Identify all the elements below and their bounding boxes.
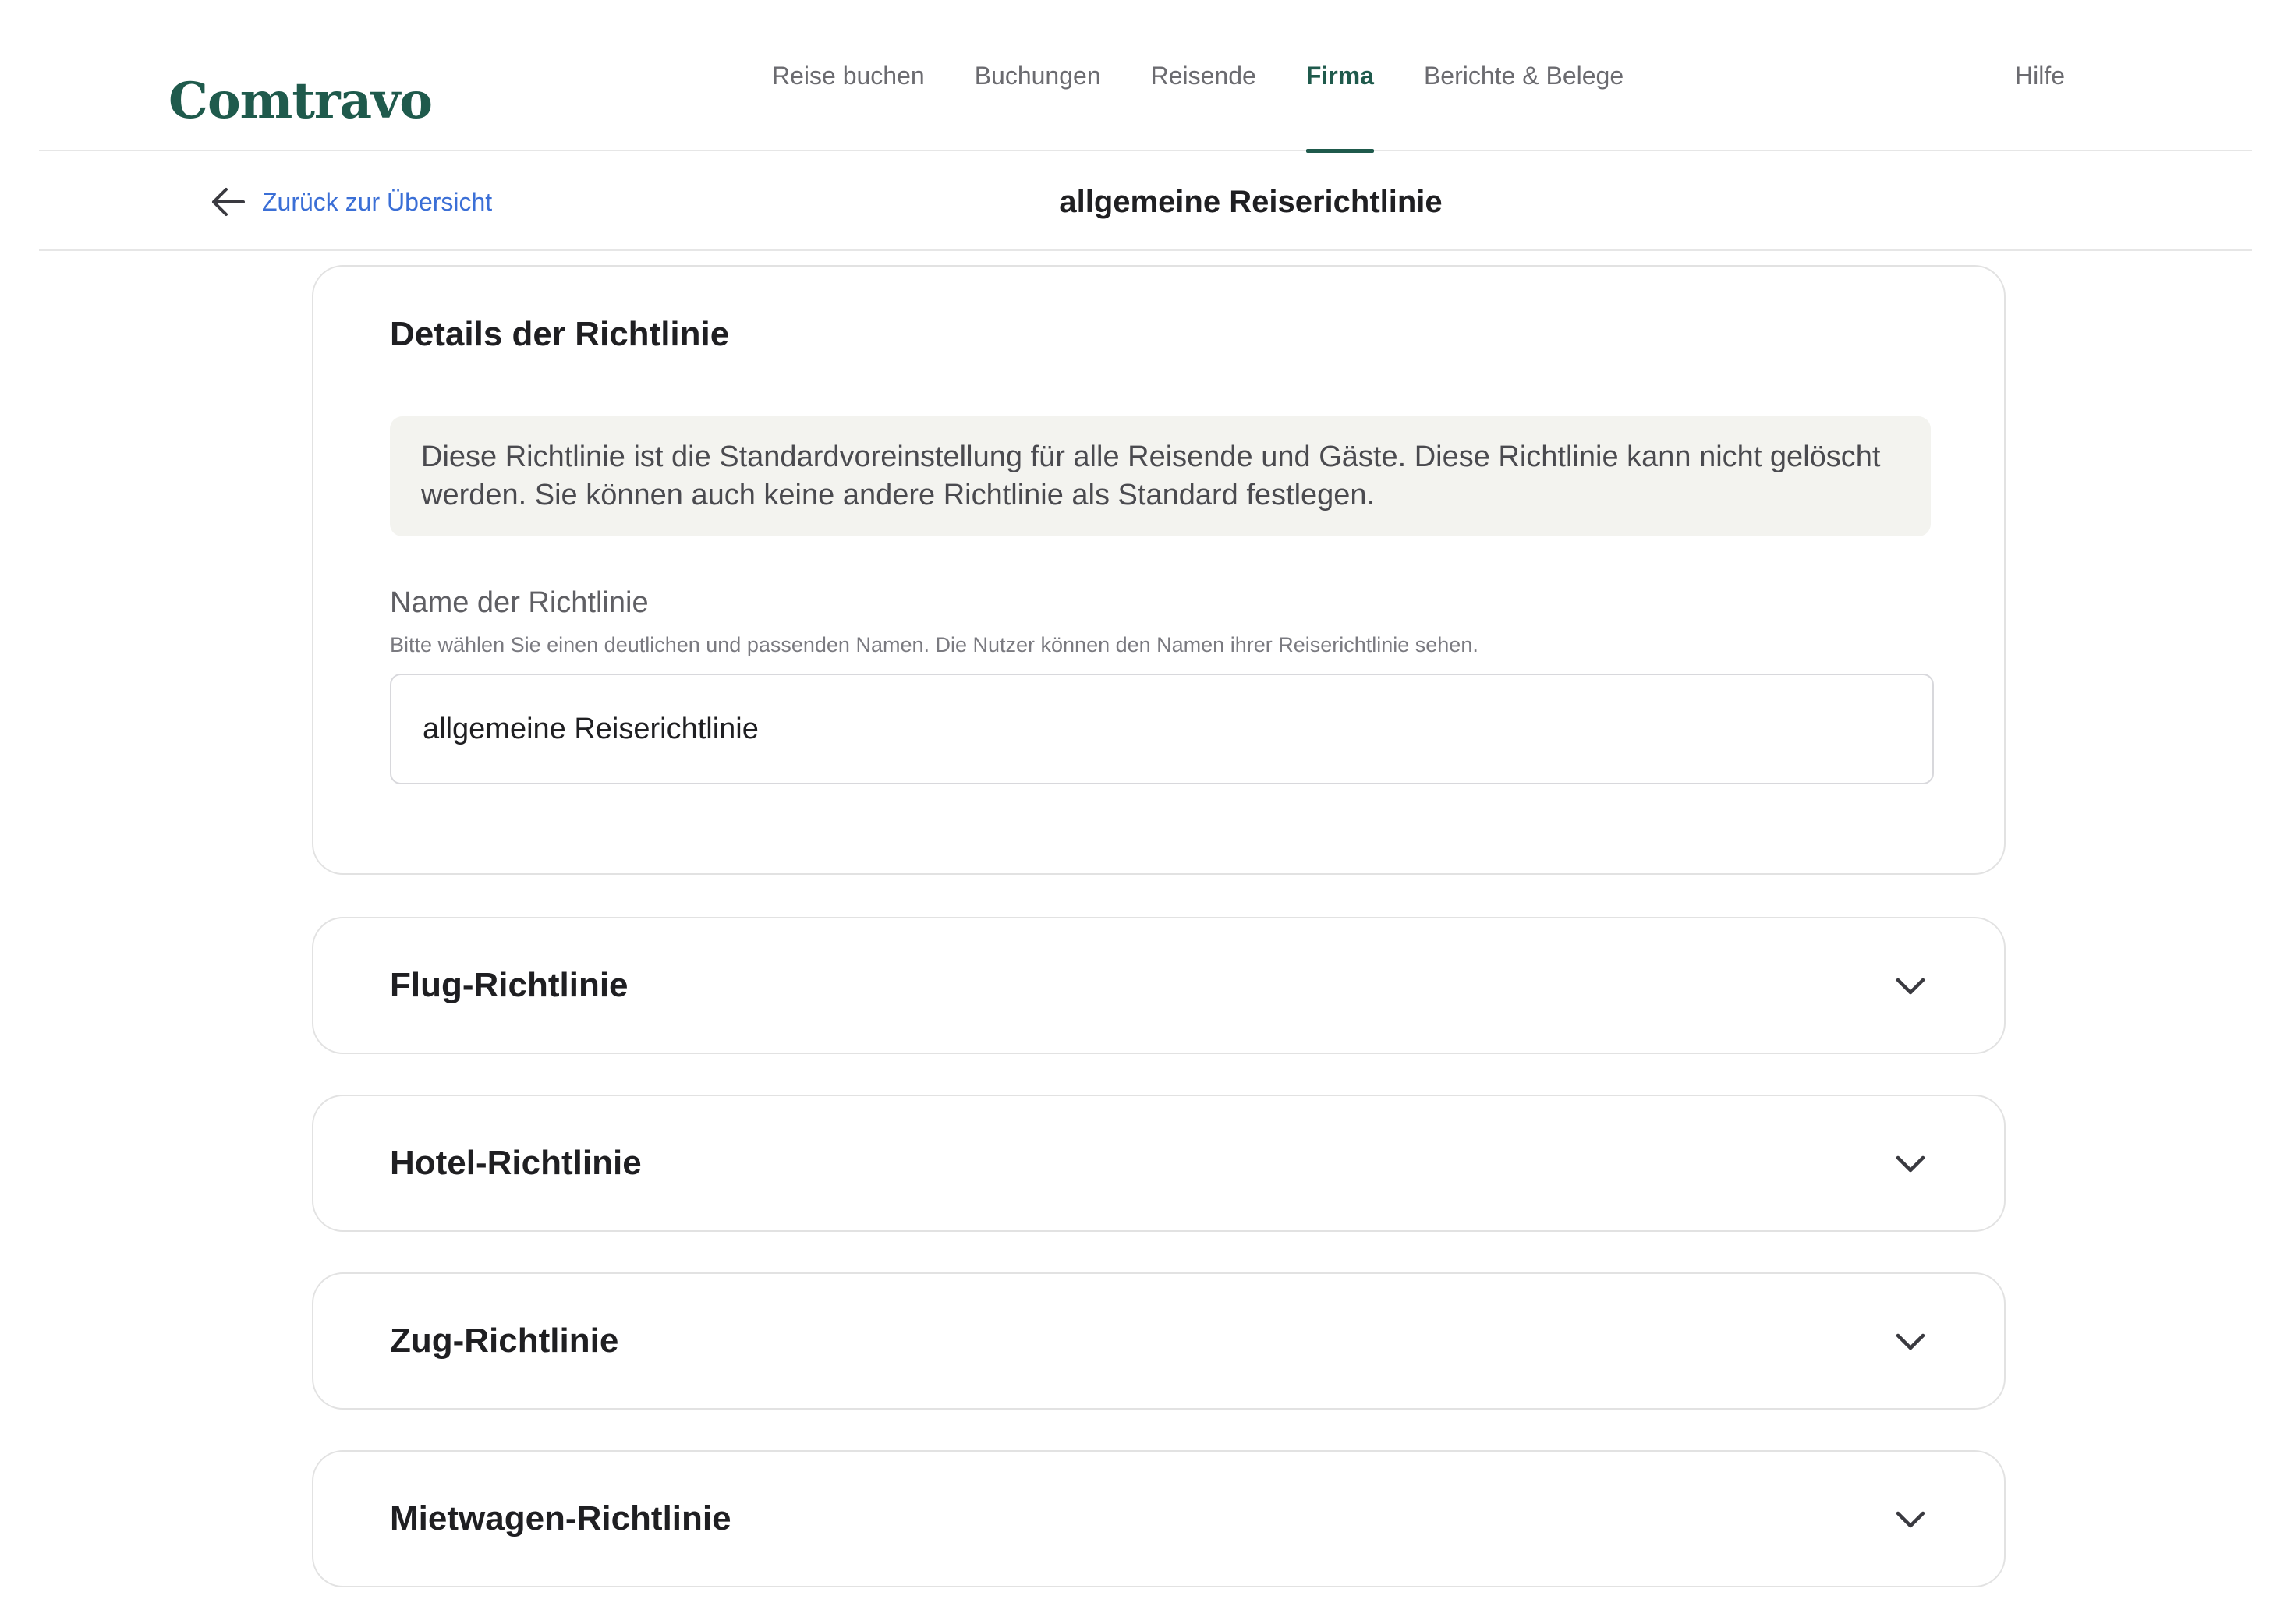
chevron-down-icon[interactable]: [1892, 1145, 1929, 1183]
comtravo-logo[interactable]: Comtravo: [168, 70, 433, 133]
policy-name-input[interactable]: [390, 674, 1934, 784]
back-link-label: Zurück zur Übersicht: [262, 187, 493, 216]
accordion-rental-car-policy[interactable]: Mietwagen-Richtlinie: [312, 1450, 2006, 1587]
main-nav: Reise buchen Buchungen Reisende Firma Be…: [772, 0, 1673, 153]
nav-item-buchungen[interactable]: Buchungen: [975, 0, 1101, 151]
nav-item-hilfe[interactable]: Hilfe: [2015, 0, 2065, 151]
accordion-title-flight: Flug-Richtlinie: [390, 966, 629, 1004]
arrow-left-icon: [212, 188, 245, 216]
accordion-hotel-policy[interactable]: Hotel-Richtlinie: [312, 1095, 2006, 1232]
details-card-title: Details der Richtlinie: [390, 315, 730, 353]
nav-item-berichte-belege[interactable]: Berichte & Belege: [1424, 0, 1624, 151]
accordion-title-train: Zug-Richtlinie: [390, 1321, 619, 1360]
policy-name-hint: Bitte wählen Sie einen deutlichen und pa…: [390, 633, 1478, 656]
top-navigation: Comtravo Reise buchen Buchungen Reisende…: [39, 0, 2252, 153]
accordion-title-rental-car: Mietwagen-Richtlinie: [390, 1499, 731, 1537]
nav-item-reise-buchen[interactable]: Reise buchen: [772, 0, 925, 151]
accordion-title-hotel: Hotel-Richtlinie: [390, 1144, 642, 1182]
policy-name-label: Name der Richtlinie: [390, 586, 649, 619]
chevron-down-icon[interactable]: [1892, 1501, 1929, 1538]
policy-details-card: Details der Richtlinie Diese Richtlinie …: [312, 265, 2006, 875]
default-policy-info-box: Diese Richtlinie ist die Standardvoreins…: [390, 416, 1931, 536]
sub-header: allgemeine Reiserichtlinie Zurück zur Üb…: [39, 153, 2252, 251]
chevron-down-icon[interactable]: [1892, 1323, 1929, 1360]
accordion-train-policy[interactable]: Zug-Richtlinie: [312, 1272, 2006, 1410]
nav-item-firma[interactable]: Firma: [1305, 0, 1375, 153]
accordion-flight-policy[interactable]: Flug-Richtlinie: [312, 917, 2006, 1054]
chevron-down-icon[interactable]: [1892, 968, 1929, 1005]
nav-item-reisende[interactable]: Reisende: [1151, 0, 1256, 151]
back-to-overview-link[interactable]: Zurück zur Übersicht: [211, 153, 492, 251]
